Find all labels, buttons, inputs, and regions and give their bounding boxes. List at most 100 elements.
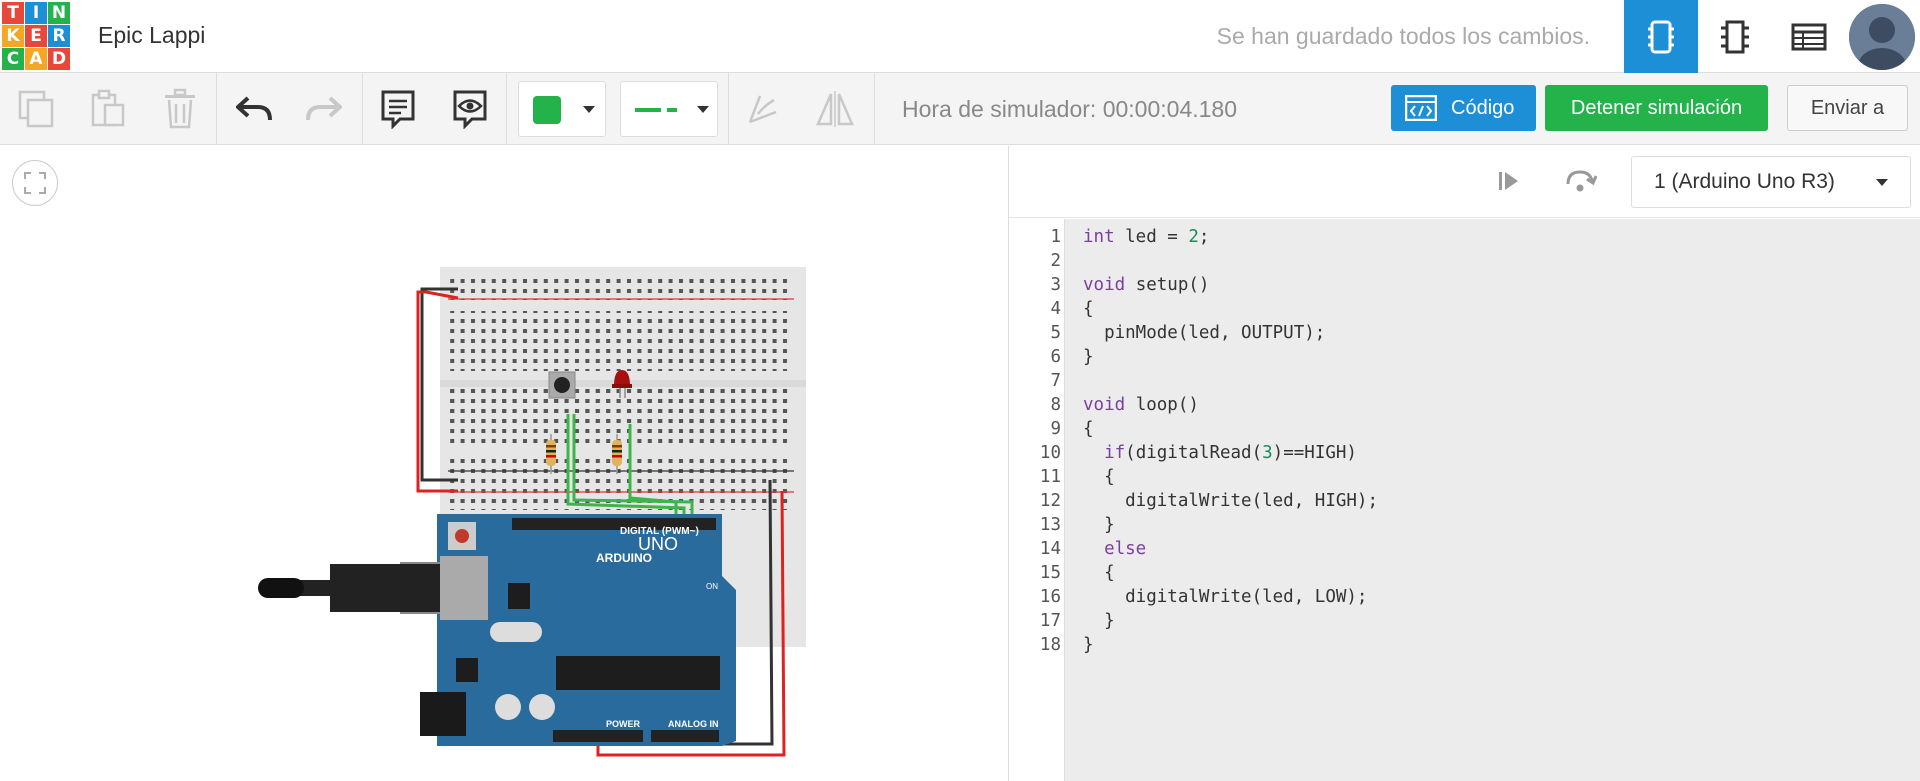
chip-icon (1721, 20, 1749, 53)
code-button-label: Código (1451, 96, 1515, 119)
code-text[interactable]: { (1083, 561, 1115, 585)
line-number: 7 (1050, 371, 1061, 391)
circuit-view-button[interactable] (1624, 0, 1698, 73)
flip-button[interactable] (810, 73, 860, 145)
code-line[interactable]: 2 (1009, 249, 1920, 273)
line-number: 3 (1050, 275, 1061, 295)
code-line[interactable]: 3 void setup() (1009, 273, 1920, 297)
code-line[interactable]: 1 int led = 2; (1009, 225, 1920, 249)
schematic-view-button[interactable] (1698, 0, 1772, 73)
code-text[interactable]: else (1083, 537, 1146, 561)
arduino-uno-board[interactable]: ARDUINO UNO DIGITAL (PWM~) POWER ANALOG … (258, 514, 736, 746)
undo-button[interactable] (228, 73, 280, 145)
code-text[interactable]: digitalWrite(led, HIGH); (1083, 489, 1378, 513)
line-number: 13 (1039, 515, 1061, 535)
eye-note-icon (453, 90, 487, 129)
power-label: POWER (606, 719, 641, 729)
code-line[interactable]: 8 void loop() (1009, 393, 1920, 417)
step-icon (1499, 172, 1518, 190)
notes-button[interactable] (372, 73, 424, 145)
copy-button[interactable] (10, 73, 62, 145)
logo-letter: T (2, 2, 24, 24)
code-text[interactable]: if(digitalRead(3)==HIGH) (1083, 441, 1357, 465)
code-text[interactable]: { (1083, 465, 1115, 489)
line-number: 10 (1039, 443, 1061, 463)
toggle-notes-visibility-button[interactable] (444, 73, 496, 145)
redo-button[interactable] (298, 73, 350, 145)
code-icon (1405, 95, 1437, 121)
code-text[interactable]: } (1083, 633, 1094, 657)
line-number: 4 (1050, 299, 1061, 319)
code-line[interactable]: 6} (1009, 345, 1920, 369)
pushbutton[interactable] (548, 371, 576, 399)
step-over-button[interactable] (1563, 166, 1598, 201)
undo-icon (236, 96, 272, 121)
code-line[interactable]: 18} (1009, 633, 1920, 657)
simulator-time: Hora de simulador: 00:00:04.180 (902, 96, 1237, 122)
line-number: 17 (1039, 611, 1061, 631)
color-picker-dropdown[interactable] (518, 81, 606, 137)
wire-type-dropdown[interactable] (620, 81, 718, 137)
code-text[interactable]: void setup() (1083, 273, 1209, 297)
line-number: 14 (1039, 539, 1061, 559)
line-number: 15 (1039, 563, 1061, 583)
code-line[interactable]: 7 (1009, 369, 1920, 393)
code-text[interactable]: digitalWrite(led, LOW); (1083, 585, 1367, 609)
chevron-down-icon (697, 106, 709, 113)
code-text[interactable]: void loop() (1083, 393, 1199, 417)
flip-icon (816, 91, 854, 127)
circuit-drawing[interactable]: ARDUINO UNO DIGITAL (PWM~) POWER ANALOG … (0, 146, 1008, 781)
code-line[interactable]: 13 } (1009, 513, 1920, 537)
code-line[interactable]: 5 pinMode(led, OUTPUT); (1009, 321, 1920, 345)
code-text[interactable]: int led = 2; (1083, 225, 1209, 249)
code-line[interactable]: 4{ (1009, 297, 1920, 321)
circuit-canvas[interactable]: ARDUINO UNO DIGITAL (PWM~) POWER ANALOG … (0, 146, 1008, 781)
code-editor-panel: 1 (Arduino Uno R3) 1 int led = 2; 2 3 void s… (1008, 146, 1920, 781)
code-text[interactable]: { (1083, 297, 1094, 321)
user-avatar[interactable] (1849, 4, 1915, 70)
line-number: 18 (1039, 635, 1061, 655)
code-line[interactable]: 12 digitalWrite(led, HIGH); (1009, 489, 1920, 513)
paste-button[interactable] (82, 73, 134, 145)
logo-letter: K (2, 25, 24, 47)
code-editor[interactable]: 1 int led = 2; 2 3 void setup() 4{5 pinMode(l… (1009, 219, 1920, 781)
edit-toolbar: Hora de simulador: 00:00:04.180 Código D… (0, 73, 1920, 145)
code-line[interactable]: 11 { (1009, 465, 1920, 489)
code-text[interactable]: } (1083, 345, 1094, 369)
send-to-button[interactable]: Enviar a (1787, 85, 1908, 131)
code-text[interactable]: { (1083, 417, 1094, 441)
code-line[interactable]: 16 digitalWrite(led, LOW); (1009, 585, 1920, 609)
board-select[interactable]: 1 (Arduino Uno R3) (1631, 156, 1911, 208)
code-line[interactable]: 17 } (1009, 609, 1920, 633)
line-number: 12 (1039, 491, 1061, 511)
tinkercad-logo[interactable]: TIN KER CAD (2, 2, 70, 70)
line-number: 9 (1050, 419, 1061, 439)
code-text[interactable]: } (1083, 513, 1115, 537)
step-button[interactable] (1493, 166, 1523, 201)
chevron-down-icon (583, 106, 595, 113)
logo-letter: A (25, 48, 47, 70)
stop-simulation-button[interactable]: Detener simulación (1545, 85, 1768, 131)
code-button[interactable]: Código (1391, 85, 1536, 131)
analog-in-label: ANALOG IN (668, 719, 719, 729)
color-swatch (533, 96, 561, 124)
code-line[interactable]: 9{ (1009, 417, 1920, 441)
line-number: 16 (1039, 587, 1061, 607)
code-line[interactable]: 10 if(digitalRead(3)==HIGH) (1009, 441, 1920, 465)
delete-button[interactable] (154, 73, 206, 145)
logo-letter: N (48, 2, 70, 24)
code-line[interactable]: 15 { (1009, 561, 1920, 585)
breadboard-icon (1648, 20, 1674, 53)
code-text[interactable]: pinMode(led, OUTPUT); (1083, 321, 1325, 345)
top-bar: TIN KER CAD Epic Lappi Se han guardado tod… (0, 0, 1920, 73)
components-list-button[interactable] (1772, 0, 1846, 73)
project-name[interactable]: Epic Lappi (98, 22, 205, 49)
wire-icon (635, 108, 677, 112)
code-text[interactable]: } (1083, 609, 1115, 633)
rotate-button[interactable] (738, 73, 788, 145)
logo-letter: C (2, 48, 24, 70)
board-select-value: 1 (Arduino Uno R3) (1654, 170, 1835, 193)
code-line[interactable]: 14 else (1009, 537, 1920, 561)
user-icon (1849, 4, 1915, 70)
paste-icon (91, 89, 125, 127)
